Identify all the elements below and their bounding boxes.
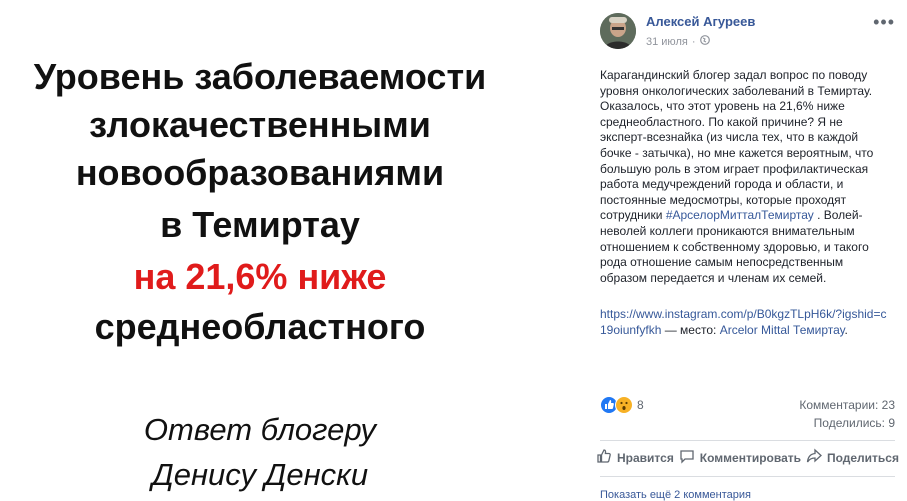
image-text-line-5: на 21,6% ниже (133, 256, 387, 297)
comment-button[interactable]: Комментировать (679, 448, 801, 467)
post-text-part1: Карагандинский блогер задал вопрос по по… (600, 68, 874, 223)
show-more-comments-link[interactable]: Показать ещё 2 комментария (600, 489, 751, 501)
post-link-block: https://www.instagram.com/p/B0kgzTLpH6k/… (600, 307, 890, 338)
post-meta: 31 июля · (646, 35, 710, 48)
more-options-icon[interactable]: ••• (873, 12, 895, 33)
place-separator: — место: (661, 322, 720, 337)
avatar[interactable] (600, 13, 636, 49)
post-panel: Алексей Агуреев 31 июля · ••• Карагандин… (588, 0, 907, 501)
share-icon (806, 448, 822, 467)
reactions-summary[interactable]: 8 (600, 396, 644, 414)
image-text-line-1: Уровень заболеваемости (33, 56, 487, 97)
image-text-line-8: Денису Денски (151, 457, 369, 492)
place-end: . (844, 322, 848, 337)
place-link[interactable]: Arcelor Mittal Темиртау (720, 323, 845, 337)
author-name[interactable]: Алексей Агуреев (646, 14, 755, 29)
divider (600, 440, 895, 441)
image-text-line-3: новообразованиями (75, 152, 445, 193)
post-text: Карагандинский блогер задал вопрос по по… (600, 68, 890, 286)
like-button[interactable]: Нравится (596, 448, 674, 467)
thumbs-up-icon (596, 448, 612, 467)
share-label: Поделиться (826, 450, 899, 465)
hashtag-link[interactable]: #АрселорМитталТемиртау (666, 208, 814, 222)
reactions-count: 8 (637, 398, 644, 412)
divider (600, 476, 895, 477)
shares-count[interactable]: Поделились: 9 (814, 416, 895, 430)
post-date[interactable]: 31 июля (646, 36, 688, 48)
share-button[interactable]: Поделиться (806, 448, 899, 467)
comments-count[interactable]: Комментарии: 23 (799, 398, 895, 412)
globe-icon (699, 35, 710, 48)
image-text-line-2: злокачественными (89, 104, 431, 145)
image-text-line-4: в Темиртау (160, 204, 360, 245)
comment-icon (679, 448, 695, 467)
image-text-line-6: среднеобластного (94, 306, 426, 347)
action-bar: Нравится Комментировать Поделиться (588, 448, 907, 467)
image-text-line-7: Ответ блогеру (143, 412, 377, 447)
post-image[interactable]: Уровень заболеваемости злокачественными … (0, 0, 588, 497)
like-label: Нравится (617, 450, 674, 465)
comment-label: Комментировать (699, 450, 802, 465)
dot-separator: · (691, 35, 696, 48)
wow-reaction-icon (615, 396, 633, 414)
